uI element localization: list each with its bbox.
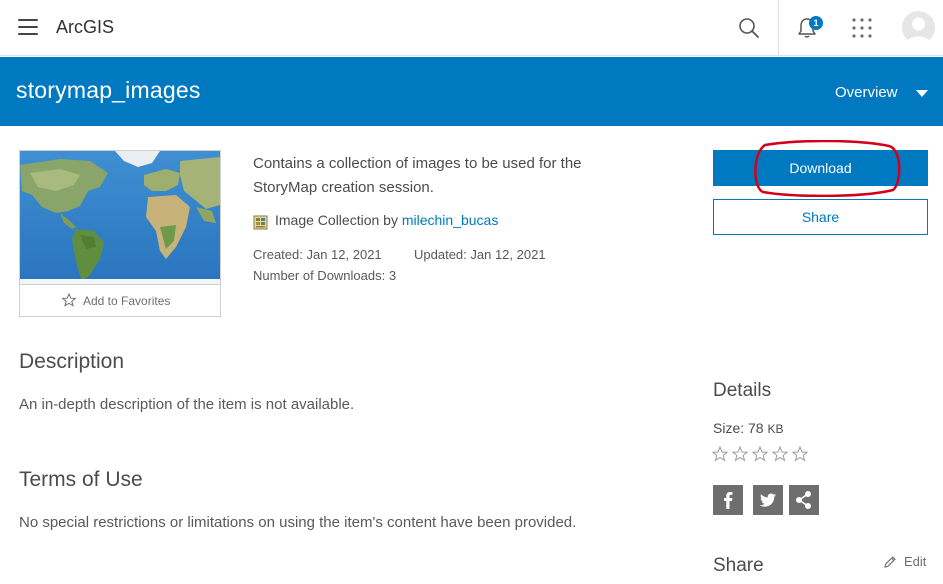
menu-icon[interactable]	[18, 19, 38, 35]
item-header: storymap_images Overview	[0, 57, 943, 126]
thumbnail-image	[20, 151, 220, 284]
details-heading: Details	[713, 380, 772, 401]
created-date: Created: Jan 12, 2021	[253, 247, 382, 262]
favorites-label: Add to Favorites	[83, 294, 171, 308]
item-size: Size: 78 KB	[713, 420, 784, 436]
top-nav: ArcGIS 1	[0, 0, 943, 56]
share-button[interactable]: Share	[713, 199, 928, 235]
search-icon[interactable]	[737, 16, 761, 40]
apps-grid-icon[interactable]	[851, 17, 873, 39]
user-icon	[906, 17, 931, 44]
item-title: storymap_images	[16, 77, 201, 103]
updated-date: Updated: Jan 12, 2021	[414, 247, 546, 262]
description-heading: Description	[19, 350, 125, 373]
add-to-favorites-button[interactable]: Add to Favorites	[20, 284, 220, 316]
size-value: Size: 78	[713, 420, 764, 436]
image-collection-icon	[253, 215, 268, 230]
description-text: An in-depth description of the item is n…	[19, 396, 355, 413]
terms-heading: Terms of Use	[19, 468, 143, 491]
rating-star-icon	[771, 445, 789, 462]
rating-star-icon	[751, 445, 769, 462]
download-button[interactable]: Download	[713, 150, 928, 186]
item-summary: Contains a collection of images to be us…	[253, 155, 582, 196]
item-type-line: Image Collection by milechin_bucas	[275, 212, 498, 228]
app-title[interactable]: ArcGIS	[56, 17, 114, 38]
owner-link[interactable]: milechin_bucas	[402, 212, 499, 228]
nav-divider	[778, 0, 779, 56]
rating-stars[interactable]	[712, 445, 812, 465]
rating-star-icon	[731, 445, 749, 462]
item-type-label: Image Collection by	[275, 212, 398, 228]
edit-label: Edit	[904, 554, 927, 569]
terms-text: No special restrictions or limitations o…	[19, 514, 577, 531]
notification-badge: 1	[809, 16, 823, 30]
thumbnail-card: Add to Favorites	[19, 150, 221, 317]
caret-down-icon[interactable]	[916, 90, 928, 97]
share-heading: Share	[713, 555, 764, 576]
tab-overview[interactable]: Overview	[835, 84, 898, 101]
download-count: Number of Downloads: 3	[253, 268, 397, 283]
rating-star-icon	[791, 445, 809, 462]
rating-star-icon	[712, 445, 729, 462]
star-icon	[62, 293, 76, 307]
size-unit: KB	[767, 422, 784, 436]
twitter-icon[interactable]	[753, 485, 783, 515]
pencil-icon	[884, 556, 896, 568]
facebook-icon[interactable]	[713, 485, 743, 515]
share-icon[interactable]	[789, 485, 819, 515]
avatar[interactable]	[902, 11, 935, 44]
